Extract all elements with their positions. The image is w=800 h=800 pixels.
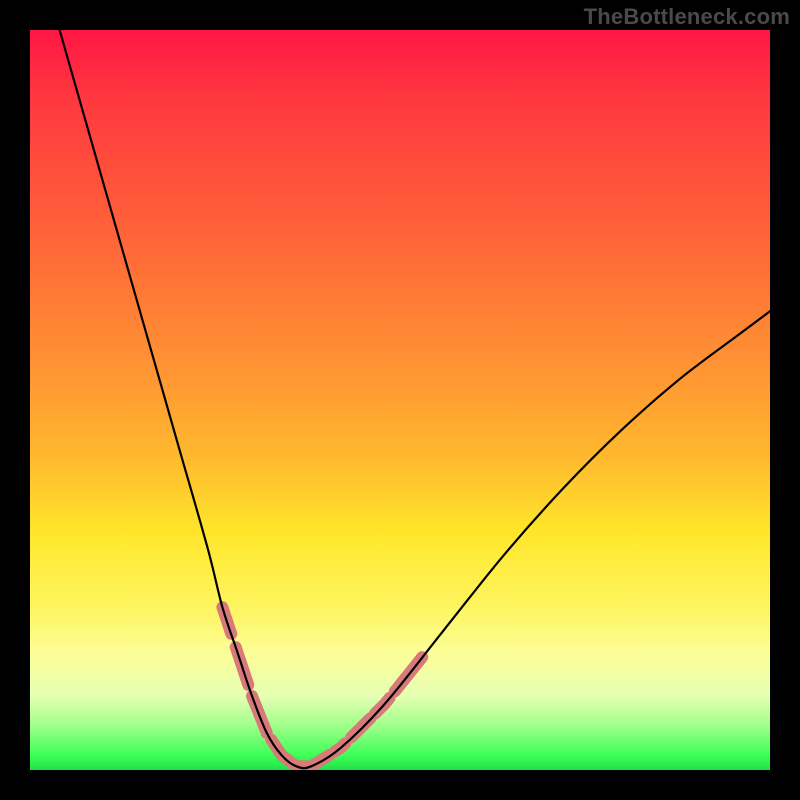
highlight-segment <box>222 607 231 634</box>
bottleneck-curve <box>60 30 770 768</box>
highlight-segment <box>395 657 422 691</box>
highlight-segment <box>293 764 305 766</box>
highlight-segment <box>351 718 370 737</box>
highlight-segment <box>310 755 330 767</box>
highlight-segment <box>375 698 390 714</box>
highlight-segment <box>271 740 289 761</box>
highlight-segment <box>252 696 267 733</box>
highlight-segments <box>222 607 422 766</box>
highlight-segment <box>236 647 249 685</box>
watermark-text: TheBottleneck.com <box>584 4 790 30</box>
plot-area <box>30 30 770 770</box>
highlight-segment <box>335 743 345 751</box>
curve-layer <box>30 30 770 770</box>
chart-frame: TheBottleneck.com <box>0 0 800 800</box>
